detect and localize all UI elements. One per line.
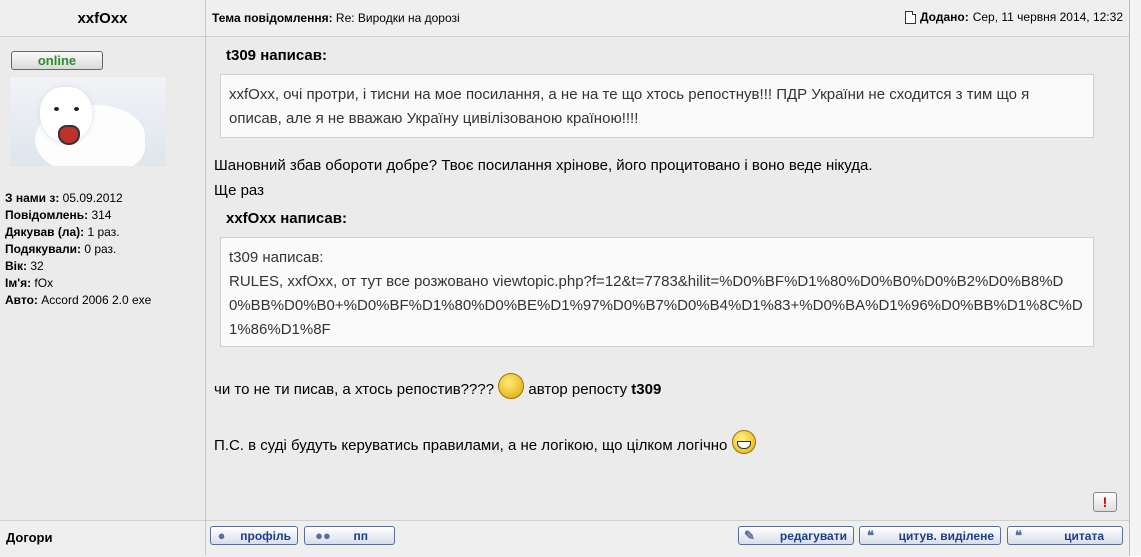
post-subject: Тема повідомлення: Re: Виродки на дорозі: [212, 11, 460, 25]
quote-button[interactable]: ❝ цитата: [1007, 526, 1123, 545]
profile-button[interactable]: ● профіль: [210, 526, 298, 545]
post-date: Додано: Сер, 11 червня 2014, 12:32: [904, 10, 1123, 24]
quote2-inner-author: t309 написав:: [229, 249, 324, 266]
stat-was-thanked: Подякували: 0 раз.: [5, 242, 117, 256]
stat-name: Ім'я: fOx: [5, 276, 54, 290]
message-line-3: чи то не ти писав, а хтось репостив???? …: [214, 373, 661, 399]
avatar: [10, 77, 166, 166]
author-name[interactable]: xxfOxx: [0, 0, 205, 37]
report-button[interactable]: !: [1093, 492, 1117, 512]
author-stats: З нами з: 05.09.2012 Повідомлень: 314 Дя…: [5, 190, 151, 309]
quote1-text: xxfOxx, очі протри, і тисни на мое посил…: [229, 86, 1030, 127]
quote-bubble-icon: ❝: [867, 528, 874, 543]
page-edge: [1130, 0, 1141, 556]
message-line-2: Ще раз: [214, 182, 264, 199]
online-status-badge: online: [11, 51, 103, 70]
quote2-author: xxfOxx написав:: [226, 210, 347, 227]
bow-smiley-icon: [498, 373, 525, 399]
stat-thanked: Дякував (ла): 1 раз.: [5, 225, 120, 239]
users-icon: ●●: [315, 528, 331, 543]
quote1-box: xxfOxx, очі протри, і тисни на мое посил…: [220, 74, 1094, 138]
quote-selected-button[interactable]: ❝ цитув. виділене: [859, 526, 1001, 545]
stat-car: Авто: Accord 2006 2.0 exe: [5, 293, 152, 307]
posted-date: Сер, 11 червня 2014, 12:32: [972, 10, 1123, 24]
message-line-1: Шановний збав обороти добре? Твоє посила…: [214, 157, 873, 174]
stat-posts: Повідомлень: 314: [5, 208, 112, 222]
quote2-box: t309 написав: RULES, xxfOxx, от тут все …: [220, 237, 1094, 347]
quote-bubble-icon: ❝: [1015, 528, 1022, 543]
stat-joined: З нами з: 05.09.2012: [5, 191, 123, 205]
back-to-top-link[interactable]: Догори: [6, 530, 52, 545]
subject-text: Re: Виродки на дорозі: [335, 11, 460, 25]
post-link-icon[interactable]: [904, 10, 916, 24]
repost-author: t309: [631, 381, 662, 398]
pencil-icon: ✎: [744, 528, 755, 543]
quote2-text: RULES, xxfOxx, от тут все розжовано view…: [229, 273, 1083, 338]
quote1-author: t309 написав:: [226, 47, 327, 64]
posted-label: Додано:: [919, 10, 969, 24]
stat-age: Вік: 32: [5, 259, 44, 273]
message-line-4: П.С. в суді будуть керуватись правилами,…: [214, 430, 756, 454]
footer-left: Догори: [0, 520, 205, 557]
pm-button[interactable]: ●● пп: [304, 526, 395, 545]
column-divider: [205, 0, 206, 556]
subject-label: Тема повідомлення:: [212, 11, 333, 25]
grin-smiley-icon: [731, 430, 756, 454]
post-header: Тема повідомлення: Re: Виродки на дорозі…: [206, 0, 1129, 37]
user-icon: ●: [217, 528, 226, 543]
edit-button[interactable]: ✎ редагувати: [738, 526, 854, 545]
